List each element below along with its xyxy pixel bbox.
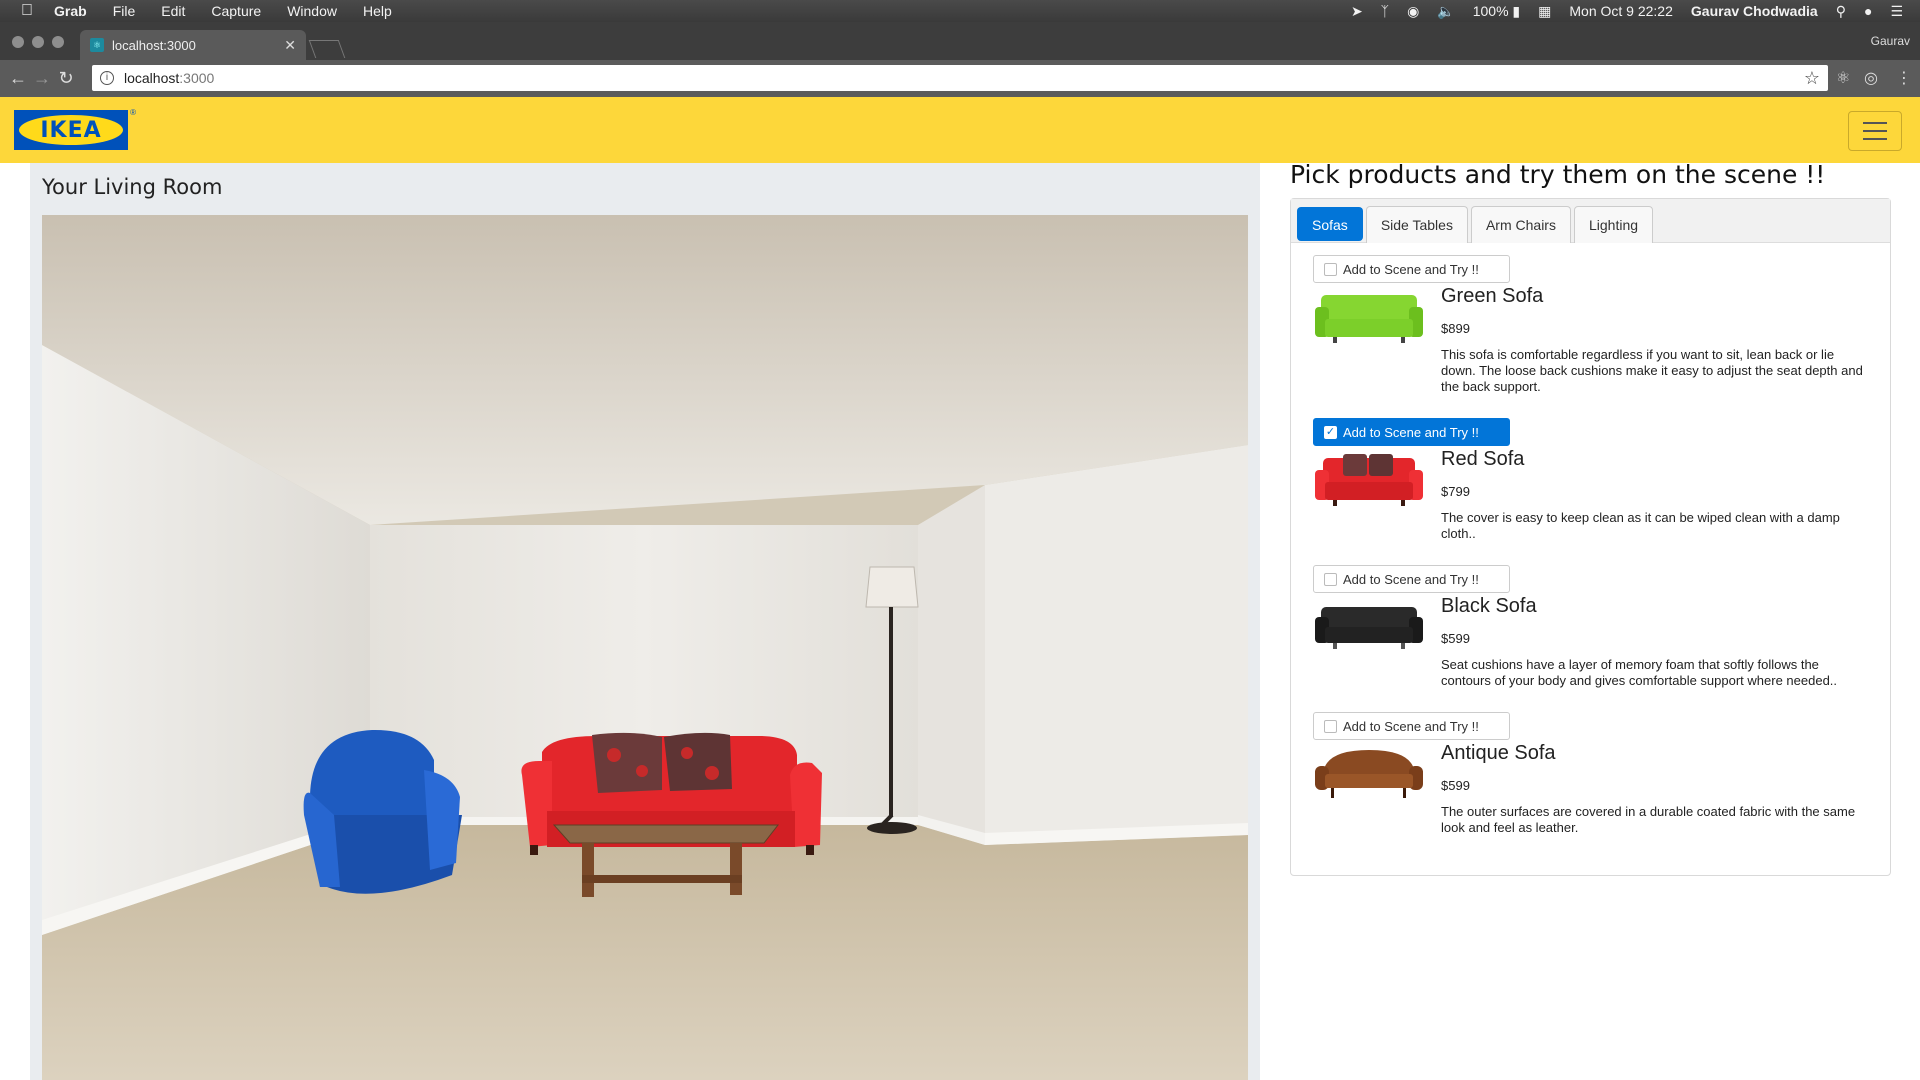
- black-sofa-image: [1315, 607, 1423, 649]
- antique-sofa-image: [1315, 750, 1423, 798]
- tab-side-tables[interactable]: Side Tables: [1365, 206, 1468, 243]
- red-sofa-image: [1315, 454, 1423, 506]
- hamburger-menu-button[interactable]: [1848, 111, 1902, 151]
- address-bar[interactable]: i localhost:3000 ☆: [92, 65, 1828, 91]
- back-arrow-icon[interactable]: ←: [6, 68, 30, 89]
- scene-title: Your Living Room: [42, 175, 223, 199]
- calendar-icon[interactable]: ▦: [1529, 0, 1560, 22]
- volume-icon[interactable]: 🔈: [1428, 0, 1463, 22]
- tab-arm-chairs[interactable]: Arm Chairs: [1470, 206, 1571, 243]
- room-illustration: [42, 215, 1248, 1080]
- browser-tab[interactable]: ⚛ localhost:3000 ✕: [80, 30, 306, 60]
- add-to-scene-button[interactable]: Add to Scene and Try !!: [1313, 255, 1510, 283]
- product-price: $799: [1441, 484, 1470, 499]
- menu-file[interactable]: File: [100, 0, 149, 22]
- category-tabs: Sofas Side Tables Arm Chairs Lighting: [1291, 199, 1890, 243]
- profile-name[interactable]: Gaurav: [1871, 34, 1910, 48]
- green-sofa-image: [1315, 295, 1423, 343]
- browser-tab-title: localhost:3000: [112, 37, 196, 53]
- products-panel-title: Pick products and try them on the scene …: [1290, 160, 1826, 189]
- checkbox[interactable]: [1324, 262, 1337, 276]
- menu-edit[interactable]: Edit: [148, 0, 198, 22]
- add-to-scene-label: Add to Scene and Try !!: [1343, 261, 1479, 277]
- bookmark-star-icon[interactable]: ☆: [1804, 68, 1820, 89]
- extension-icon[interactable]: ◎: [1864, 68, 1878, 88]
- product-price: $899: [1441, 321, 1470, 336]
- product-name: Red Sofa: [1441, 448, 1525, 470]
- chrome-menu-icon[interactable]: ⋮: [1896, 68, 1912, 88]
- close-window-button[interactable]: [12, 36, 24, 48]
- product-price: $599: [1441, 778, 1470, 793]
- apple-icon[interactable]: : [0, 2, 54, 20]
- product-name: Black Sofa: [1441, 595, 1537, 617]
- window-controls: [12, 36, 64, 48]
- checkbox-checked[interactable]: ✓: [1324, 425, 1337, 439]
- react-devtools-extension-icon[interactable]: ⚛: [1836, 68, 1850, 88]
- menu-help[interactable]: Help: [350, 0, 405, 22]
- checkbox[interactable]: [1324, 572, 1337, 586]
- living-room-panel: Your Living Room: [30, 163, 1260, 1080]
- clock[interactable]: Mon Oct 9 22:22: [1560, 0, 1682, 22]
- add-to-scene-button[interactable]: Add to Scene and Try !!: [1313, 565, 1510, 593]
- menu-capture[interactable]: Capture: [198, 0, 274, 22]
- product-price: $599: [1441, 631, 1470, 646]
- product-description: The cover is easy to keep clean as it ca…: [1441, 510, 1840, 541]
- site-navbar: IKEA ®: [0, 97, 1920, 163]
- macos-menubar:  Grab File Edit Capture Window Help ➤ ᛉ…: [0, 0, 1920, 22]
- product-description: The outer surfaces are covered in a dura…: [1441, 804, 1856, 835]
- battery-status[interactable]: 100% ▮: [1464, 0, 1529, 22]
- notification-center-icon[interactable]: ☰: [1881, 0, 1912, 22]
- room-scene: [42, 215, 1248, 1080]
- add-to-scene-button[interactable]: Add to Scene and Try !!: [1313, 712, 1510, 740]
- close-tab-icon[interactable]: ✕: [284, 37, 296, 54]
- menu-window[interactable]: Window: [274, 0, 350, 22]
- add-to-scene-label: Add to Scene and Try !!: [1343, 571, 1479, 587]
- react-favicon-icon: ⚛: [90, 38, 104, 52]
- product-description: This sofa is comfortable regardless if y…: [1441, 347, 1863, 394]
- reload-icon[interactable]: ↻: [54, 68, 78, 89]
- user-name[interactable]: Gaurav Chodwadia: [1682, 0, 1827, 22]
- browser-toolbar: ← → ↻ i localhost:3000 ☆ ⚛ ◎ ⋮: [0, 60, 1920, 97]
- siri-icon[interactable]: ●: [1855, 0, 1881, 22]
- product-description: Seat cushions have a layer of memory foa…: [1441, 657, 1838, 688]
- minimize-window-button[interactable]: [32, 36, 44, 48]
- forward-arrow-icon[interactable]: →: [30, 68, 54, 89]
- add-to-scene-button[interactable]: ✓ Add to Scene and Try !!: [1313, 418, 1510, 446]
- add-to-scene-label: Add to Scene and Try !!: [1343, 718, 1479, 734]
- menu-app-name[interactable]: Grab: [54, 0, 100, 22]
- product-name: Antique Sofa: [1441, 742, 1556, 764]
- url-port: :3000: [179, 70, 215, 86]
- products-card: Sofas Side Tables Arm Chairs Lighting Ad…: [1290, 198, 1891, 876]
- tab-sofas[interactable]: Sofas: [1297, 207, 1363, 241]
- spotlight-search-icon[interactable]: ⚲: [1827, 0, 1855, 22]
- location-icon[interactable]: ➤: [1342, 0, 1372, 22]
- ikea-logo[interactable]: IKEA ®: [14, 108, 136, 150]
- bluetooth-icon[interactable]: ᛉ: [1372, 0, 1398, 22]
- zoom-window-button[interactable]: [52, 36, 64, 48]
- product-name: Green Sofa: [1441, 285, 1544, 307]
- info-icon[interactable]: i: [100, 71, 114, 85]
- add-to-scene-label: Add to Scene and Try !!: [1343, 424, 1479, 440]
- wifi-icon[interactable]: ◉: [1398, 0, 1428, 22]
- url-host: localhost: [124, 70, 180, 86]
- new-tab-button[interactable]: [308, 40, 346, 58]
- browser-tab-strip: ⚛ localhost:3000 ✕ Gaurav: [0, 22, 1920, 60]
- checkbox[interactable]: [1324, 719, 1337, 733]
- tab-lighting[interactable]: Lighting: [1573, 206, 1654, 243]
